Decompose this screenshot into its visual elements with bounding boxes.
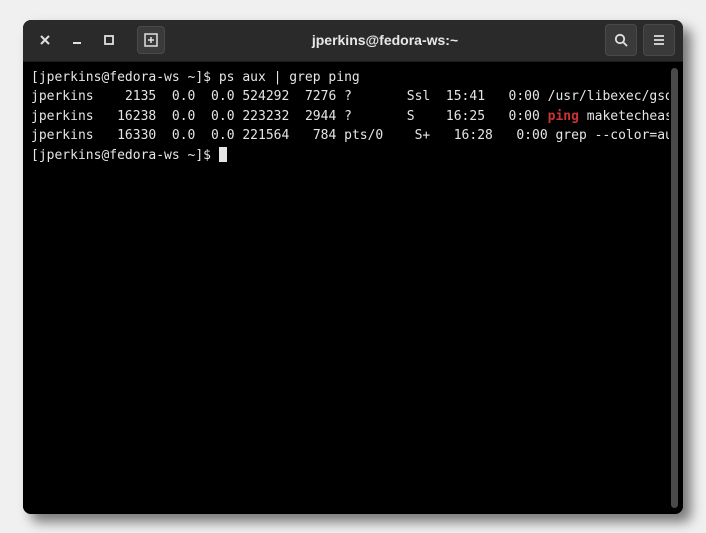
scrollbar[interactable]: [669, 68, 679, 508]
scrollbar-thumb[interactable]: [671, 68, 678, 508]
prompt: [jperkins@fedora-ws ~]$: [31, 70, 219, 85]
close-button[interactable]: [31, 26, 59, 54]
search-button[interactable]: [605, 24, 637, 56]
hamburger-icon: [652, 33, 666, 47]
maximize-icon: [103, 34, 115, 46]
terminal-window: jperkins@fedora-ws:~ [jperkins@fedora-ws…: [23, 20, 683, 514]
menu-button[interactable]: [643, 24, 675, 56]
minimize-button[interactable]: [63, 26, 91, 54]
search-icon: [614, 33, 629, 48]
terminal-body[interactable]: [jperkins@fedora-ws ~]$ ps aux | grep pi…: [23, 62, 683, 514]
window-title: jperkins@fedora-ws:~: [165, 32, 605, 48]
titlebar-right-controls: [605, 24, 675, 56]
titlebar: jperkins@fedora-ws:~: [23, 20, 683, 62]
process-row: jperkins 16238 0.0 0.0 223232 2944 ? S 1…: [31, 109, 669, 124]
command-text: ps aux | grep ping: [219, 70, 360, 85]
new-tab-icon: [143, 32, 159, 48]
new-tab-button[interactable]: [137, 26, 165, 54]
process-row: jperkins 16330 0.0 0.0 221564 784 pts/0 …: [31, 128, 669, 143]
prompt: [jperkins@fedora-ws ~]$: [31, 148, 219, 163]
process-row: jperkins 2135 0.0 0.0 524292 7276 ? Ssl …: [31, 89, 669, 104]
maximize-button[interactable]: [95, 26, 123, 54]
close-icon: [39, 34, 51, 46]
grep-highlight: ping: [548, 109, 579, 124]
terminal-output: [jperkins@fedora-ws ~]$ ps aux | grep pi…: [31, 68, 669, 508]
titlebar-left-controls: [31, 26, 165, 54]
minimize-icon: [71, 34, 83, 46]
cursor: [219, 147, 227, 162]
